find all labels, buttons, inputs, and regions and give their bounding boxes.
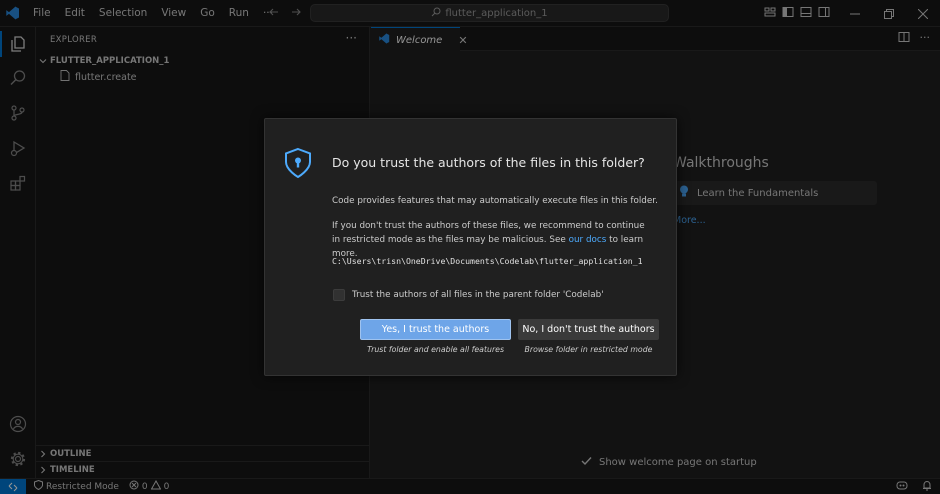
dialog-description: Code provides features that may automati… [332, 196, 658, 206]
dont-trust-button[interactable]: No, I don't trust the authors [518, 319, 659, 340]
trust-parent-option[interactable]: Trust the authors of all files in the pa… [333, 289, 604, 301]
trust-button-caption: Trust folder and enable all features [366, 345, 505, 354]
dialog-warning-text: If you don't trust the authors of these … [332, 219, 652, 261]
docs-link[interactable]: our docs [569, 235, 607, 245]
trust-parent-checkbox[interactable] [333, 289, 345, 301]
trust-authors-button[interactable]: Yes, I trust the authors [360, 319, 511, 340]
shield-lock-icon [283, 147, 313, 182]
folder-path: C:\Users\trisn\OneDrive\Documents\Codela… [332, 256, 643, 266]
dont-trust-button-caption: Browse folder in restricted mode [524, 345, 653, 354]
dialog-title: Do you trust the authors of the files in… [332, 155, 645, 170]
workspace-trust-dialog: Do you trust the authors of the files in… [264, 118, 677, 376]
trust-parent-label: Trust the authors of all files in the pa… [352, 290, 604, 300]
